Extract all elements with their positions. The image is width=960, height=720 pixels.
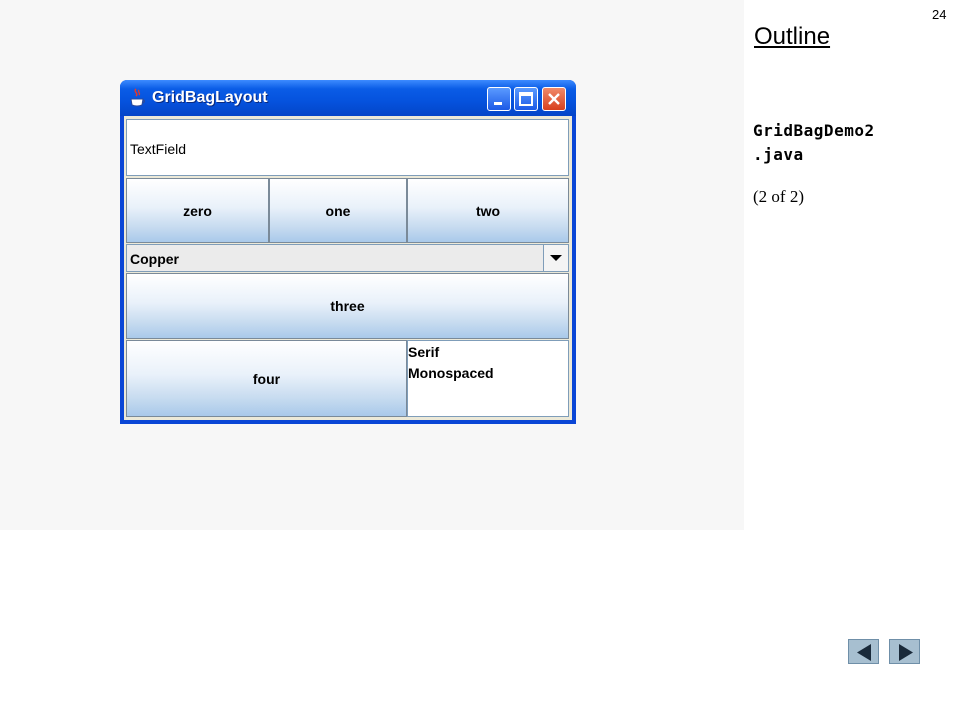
file-name-line-1: GridBagDemo2 xyxy=(753,121,875,140)
app-window: GridBagLayout TextField zero one two Cop… xyxy=(120,80,576,424)
zero-button[interactable]: zero xyxy=(126,178,269,243)
java-coffee-icon xyxy=(130,88,146,107)
file-name: GridBagDemo2 .java xyxy=(753,119,903,167)
page-indicator: (2 of 2) xyxy=(753,187,804,206)
maximize-button[interactable] xyxy=(514,87,538,111)
text-field[interactable]: TextField xyxy=(126,119,569,176)
list-item[interactable]: Serif xyxy=(408,344,439,360)
text-field-value: TextField xyxy=(130,141,187,157)
minimize-icon xyxy=(494,102,502,105)
previous-slide-icon xyxy=(857,644,871,661)
minimize-button[interactable] xyxy=(487,87,511,111)
file-name-line-2: .java xyxy=(753,145,804,164)
next-slide-button[interactable] xyxy=(889,639,920,664)
next-slide-icon xyxy=(899,644,913,661)
combo-selected-value: Copper xyxy=(130,251,179,267)
combo-dropdown-button[interactable] xyxy=(543,245,568,271)
four-button[interactable]: four xyxy=(126,340,407,417)
chevron-down-icon xyxy=(550,255,562,261)
previous-slide-button[interactable] xyxy=(848,639,879,664)
two-button[interactable]: two xyxy=(407,178,569,243)
slide-number: 24 xyxy=(932,7,947,22)
close-button[interactable] xyxy=(542,87,566,111)
window-titlebar[interactable]: GridBagLayout xyxy=(120,80,576,116)
three-button[interactable]: three xyxy=(126,273,569,339)
close-icon xyxy=(548,93,560,105)
list-item[interactable]: Monospaced xyxy=(408,365,494,381)
outline-link[interactable]: Outline xyxy=(754,23,830,51)
window-content: TextField zero one two Copper three four… xyxy=(124,116,572,420)
font-list[interactable]: Serif Monospaced xyxy=(407,340,569,417)
one-button[interactable]: one xyxy=(269,178,407,243)
color-combo-box[interactable]: Copper xyxy=(126,244,569,272)
maximize-icon xyxy=(519,92,533,106)
window-title: GridBagLayout xyxy=(152,89,268,106)
